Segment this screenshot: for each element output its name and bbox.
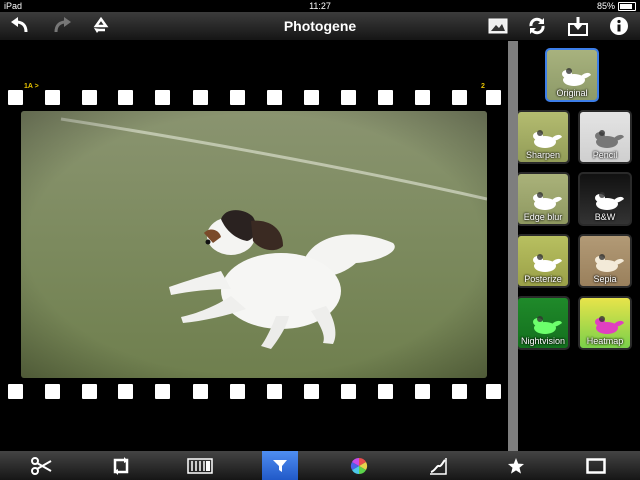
filter-label: Sepia [593, 274, 617, 284]
film-sprocket-hole [486, 90, 501, 105]
film-sprocket-hole [82, 384, 97, 399]
film-sprocket-hole [486, 384, 501, 399]
undo-button[interactable] [8, 14, 32, 38]
film-sprocket-hole [8, 90, 23, 105]
filter-thumb-nightvision[interactable]: Nightvision [516, 296, 570, 350]
filter-thumb-pencil[interactable]: Pencil [578, 110, 632, 164]
favorites-button[interactable] [498, 451, 534, 480]
bottom-toolbar [0, 451, 640, 480]
title-bar: Photogene [0, 12, 640, 41]
filter-label: Heatmap [586, 336, 624, 346]
star-icon [508, 457, 524, 474]
reset-button[interactable] [89, 14, 113, 38]
filter-thumb-b-w[interactable]: B&W [578, 172, 632, 226]
save-icon [568, 17, 588, 36]
film-sprocket-hole [193, 384, 208, 399]
battery-percent: 85% [596, 1, 615, 11]
color-button[interactable] [341, 451, 377, 480]
film-sprocket-hole [304, 90, 319, 105]
frame-icon [586, 457, 606, 474]
film-sprocket-hole [8, 384, 23, 399]
dog-photo-image [21, 111, 487, 378]
film-sprocket-hole [45, 384, 60, 399]
film-sprocket-hole [415, 90, 430, 105]
image-button[interactable] [486, 14, 510, 38]
rotate-button[interactable] [103, 451, 139, 480]
scissors-icon [31, 456, 52, 475]
film-sprocket-hole [45, 90, 60, 105]
film-sprocket-hole [155, 384, 170, 399]
filter-thumb-original[interactable]: Original [545, 48, 599, 102]
film-sprocket-hole [230, 384, 245, 399]
frame-button[interactable] [578, 451, 614, 480]
refresh-button[interactable] [525, 14, 549, 38]
info-button[interactable] [607, 14, 631, 38]
sidebar-scrollbar[interactable] [508, 41, 518, 451]
filter-sidebar: Original Sharpen Pencil Edge blur B&W Posteri… [508, 41, 640, 451]
film-sprocket-hole [415, 384, 430, 399]
film-sprocket-hole [193, 90, 208, 105]
film-sprocket-hole [452, 384, 467, 399]
film-sprocket-hole [267, 90, 282, 105]
adjust-levels-icon [187, 457, 213, 474]
redo-icon [54, 17, 71, 33]
curves-icon [430, 457, 447, 475]
recycle-icon [93, 17, 109, 33]
refresh-icon [529, 17, 545, 35]
filter-thumb-posterize[interactable]: Posterize [516, 234, 570, 288]
film-sprocket-hole [378, 90, 393, 105]
filter-label: B&W [594, 212, 616, 222]
film-sprocket-hole [304, 384, 319, 399]
rotate-icon [113, 456, 129, 475]
battery-icon [618, 1, 636, 11]
adjust-levels-button[interactable] [182, 451, 218, 480]
film-sprocket-hole [82, 90, 97, 105]
film-sprocket-hole [378, 384, 393, 399]
battery-indicator: 85% [597, 0, 636, 12]
undo-icon [11, 17, 28, 33]
filter-button[interactable] [262, 451, 298, 480]
crop-button[interactable] [24, 451, 60, 480]
filter-label: Edge blur [523, 212, 563, 222]
save-button[interactable] [566, 14, 590, 38]
film-sprocket-hole [452, 90, 467, 105]
clock: 11:27 [309, 1, 331, 11]
film-sprocket-hole [341, 90, 356, 105]
film-frame-label: 1A > [24, 83, 39, 90]
curves-button[interactable] [420, 451, 456, 480]
filter-thumb-sepia[interactable]: Sepia [578, 234, 632, 288]
filter-icon [273, 459, 287, 472]
film-sprocket-hole [118, 384, 133, 399]
filter-thumb-edge-blur[interactable]: Edge blur [516, 172, 570, 226]
filter-label: Nightvision [520, 336, 566, 346]
color-wheel-icon [350, 457, 368, 474]
film-sprocket-hole [155, 90, 170, 105]
film-sprocket-hole [118, 90, 133, 105]
film-sprocket-hole [341, 384, 356, 399]
film-frame-number: 2 [481, 83, 485, 90]
filter-thumb-sharpen[interactable]: Sharpen [516, 110, 570, 164]
filter-label: Pencil [592, 150, 618, 160]
filter-label: Original [556, 88, 588, 98]
info-icon [610, 17, 628, 35]
redo-button[interactable] [50, 14, 74, 38]
image-icon [488, 18, 508, 34]
filter-label: Sharpen [525, 150, 561, 160]
status-bar: iPad 11:27 85% [0, 0, 640, 12]
film-sprocket-hole [267, 384, 282, 399]
filter-thumb-heatmap[interactable]: Heatmap [578, 296, 632, 350]
filter-label: Posterize [524, 274, 562, 284]
film-sprocket-hole [230, 90, 245, 105]
edited-photo[interactable] [21, 111, 487, 378]
